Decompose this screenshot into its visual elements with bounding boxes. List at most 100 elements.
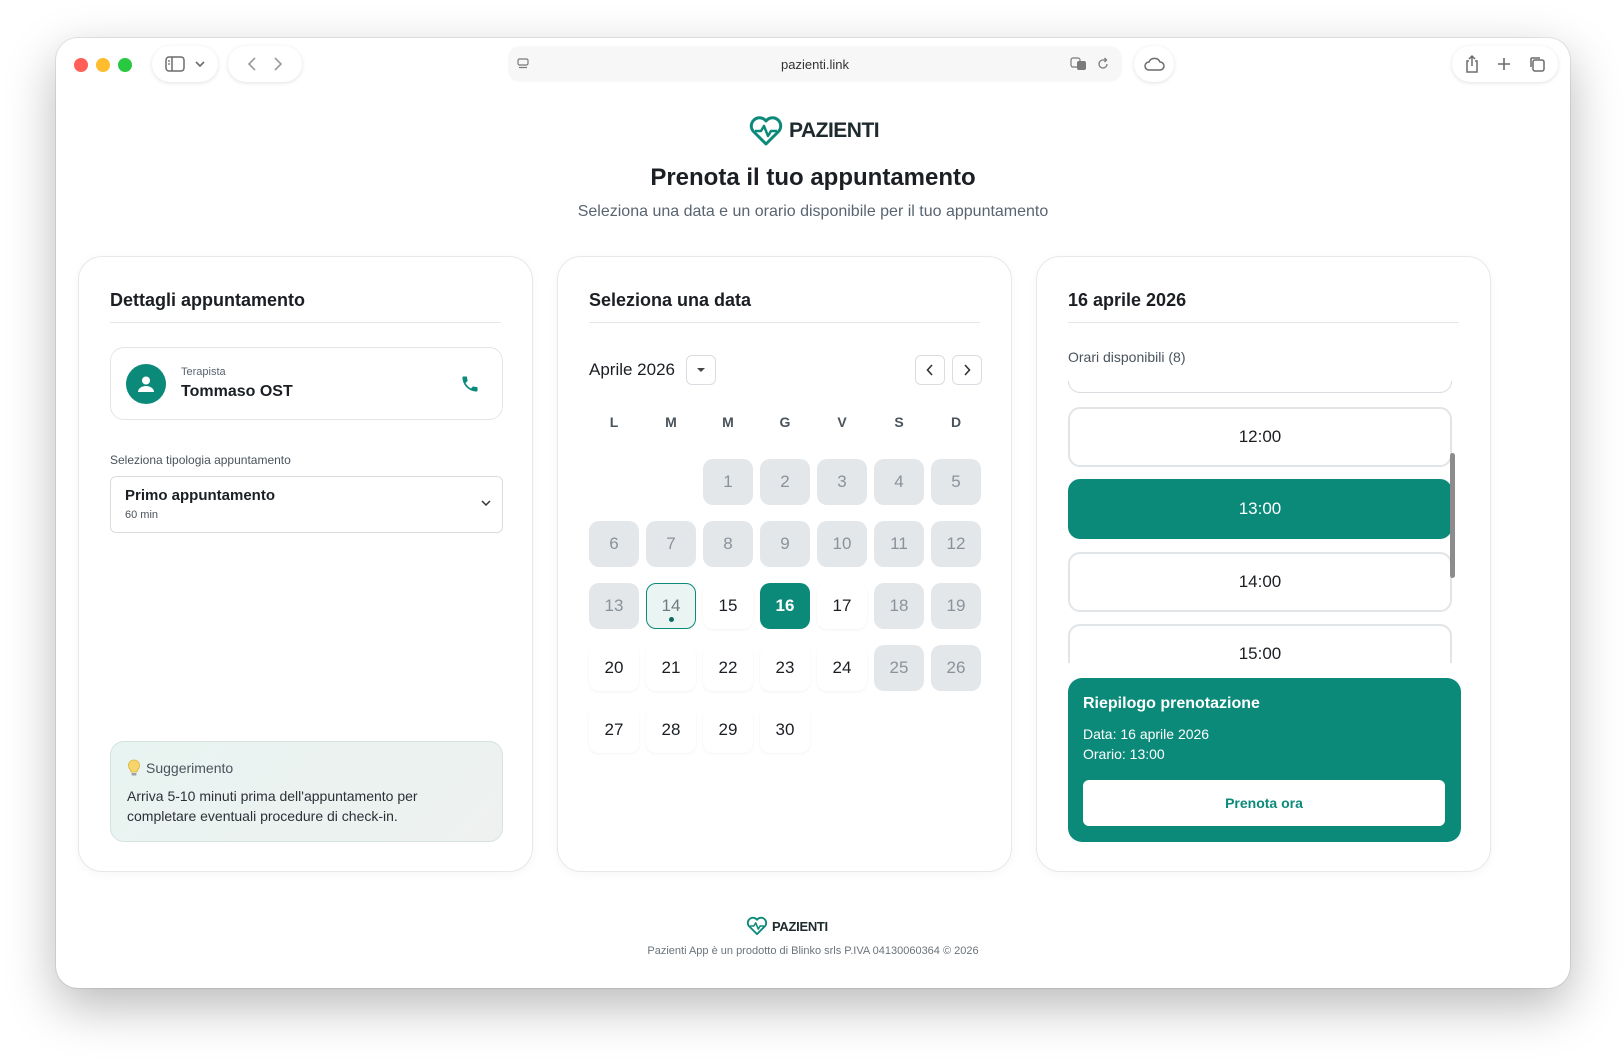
calendar-day[interactable]: 30 — [760, 707, 810, 753]
therapist-label: Terapista — [181, 366, 226, 378]
divider — [1068, 322, 1459, 323]
calendar-day[interactable]: 28 — [646, 707, 696, 753]
footer-logo[interactable]: PAZIENTI — [746, 916, 828, 936]
calendar-day[interactable]: 29 — [703, 707, 753, 753]
chevron-left-icon — [926, 364, 934, 376]
calendar-day[interactable]: 21 — [646, 645, 696, 691]
chevron-down-icon — [195, 60, 205, 68]
time-slot[interactable]: 15:00 — [1068, 624, 1452, 663]
sidebar-toggle-button[interactable] — [152, 46, 218, 82]
back-icon[interactable] — [247, 56, 257, 72]
footer-text: Pazienti App è un prodotto di Blinko srl… — [647, 945, 979, 957]
therapist-name: Tommaso OST — [181, 383, 293, 400]
calendar-day: 2 — [760, 459, 810, 505]
cloud-button[interactable] — [1134, 46, 1174, 82]
calendar-day: 18 — [874, 583, 924, 629]
new-tab-icon[interactable] — [1496, 56, 1512, 72]
calendar-day[interactable]: 24 — [817, 645, 867, 691]
calendar-day[interactable]: 22 — [703, 645, 753, 691]
calendar-day[interactable]: 16 — [760, 583, 810, 629]
calendar-day: 10 — [817, 521, 867, 567]
caret-down-icon — [696, 367, 706, 373]
page-title: Prenota il tuo appuntamento — [650, 164, 976, 191]
appointment-duration: 60 min — [125, 509, 159, 521]
tip-header: Suggerimento — [127, 759, 233, 777]
calendar-day[interactable]: 20 — [589, 645, 639, 691]
sidebar-icon — [165, 56, 185, 72]
tab-overview-icon[interactable] — [1528, 55, 1546, 73]
calendar-day: 13 — [589, 583, 639, 629]
selected-date-title: 16 aprile 2026 — [1068, 290, 1187, 310]
calendar-day: 19 — [931, 583, 981, 629]
address-bar[interactable]: pazienti.link — [508, 46, 1122, 82]
brand-logo[interactable]: PAZIENTI — [749, 114, 880, 148]
time-slot-list: 12:00 13:00 14:00 15:00 — [1068, 381, 1461, 663]
time-slot[interactable]: 13:00 — [1068, 479, 1452, 539]
divider — [589, 322, 980, 323]
calendar-day: 9 — [760, 521, 810, 567]
weekday-label: L — [609, 414, 619, 430]
forward-icon[interactable] — [273, 56, 283, 72]
calendar-day: 25 — [874, 645, 924, 691]
appointment-type-value: Primo appuntamento — [125, 487, 276, 504]
calendar-day[interactable]: 15 — [703, 583, 753, 629]
weekday-label: M — [722, 414, 734, 430]
browser-toolbar: pazienti.link — [56, 38, 1570, 94]
share-icon[interactable] — [1464, 54, 1480, 74]
next-month-button[interactable] — [952, 355, 982, 385]
calendar-day: 6 — [589, 521, 639, 567]
calendar-day[interactable]: 27 — [589, 707, 639, 753]
summary-title: Riepilogo prenotazione — [1083, 695, 1260, 712]
translate-icon[interactable] — [1070, 57, 1088, 71]
weekday-label: D — [950, 414, 962, 430]
calendar-day: 3 — [817, 459, 867, 505]
brand-name: PAZIENTI — [789, 119, 880, 142]
therapist-card: Terapista Tommaso OST — [110, 347, 503, 420]
time-slot-partial[interactable] — [1068, 381, 1452, 393]
calendar-day: 1 — [703, 459, 753, 505]
calendar-day[interactable]: 14 — [646, 583, 696, 629]
window-actions — [1452, 46, 1558, 82]
book-now-button[interactable]: Prenota ora — [1083, 780, 1445, 826]
calendar-day: 5 — [931, 459, 981, 505]
chevron-right-icon — [963, 364, 971, 376]
calendar-day: 4 — [874, 459, 924, 505]
browser-window: pazienti.link PAZIENTI Prenota il tuo ap… — [56, 38, 1570, 988]
close-window-button[interactable] — [74, 58, 88, 72]
zoom-window-button[interactable] — [118, 58, 132, 72]
time-slot[interactable]: 14:00 — [1068, 552, 1452, 612]
heart-pulse-icon — [749, 115, 783, 147]
appointment-type-select[interactable]: Primo appuntamento 60 min — [110, 476, 503, 533]
calendar-day: 12 — [931, 521, 981, 567]
previous-month-button[interactable] — [915, 355, 945, 385]
chevron-down-icon — [480, 497, 492, 509]
cloud-icon — [1143, 56, 1165, 72]
history-nav — [228, 46, 302, 82]
calendar-day[interactable]: 17 — [817, 583, 867, 629]
calendar-day: 7 — [646, 521, 696, 567]
slots-scrollbar[interactable] — [1450, 453, 1455, 578]
weekday-label: S — [894, 414, 904, 430]
available-slots-label: Orari disponibili (8) — [1068, 349, 1186, 365]
card-title: Dettagli appuntamento — [110, 290, 306, 310]
calendar-day[interactable]: 23 — [760, 645, 810, 691]
summary-date: Data: 16 aprile 2026 — [1083, 726, 1210, 742]
appointment-type-label: Seleziona tipologia appuntamento — [110, 453, 291, 467]
weekday-label: V — [837, 414, 847, 430]
booking-summary: Riepilogo prenotazione Data: 16 aprile 2… — [1068, 678, 1461, 842]
card-title: Seleziona una data — [589, 290, 752, 310]
user-icon — [138, 376, 154, 392]
calendar-day: 11 — [874, 521, 924, 567]
month-dropdown-button[interactable] — [686, 355, 716, 385]
tip-title: Suggerimento — [146, 760, 234, 776]
footer-brand-name: PAZIENTI — [772, 918, 828, 934]
divider — [110, 322, 501, 323]
weekday-label: M — [665, 414, 677, 430]
minimize-window-button[interactable] — [96, 58, 110, 72]
reload-icon[interactable] — [1096, 57, 1110, 71]
phone-icon[interactable] — [460, 374, 480, 394]
time-slot[interactable]: 12:00 — [1068, 407, 1452, 467]
tip-box: Suggerimento Arriva 5-10 minuti prima de… — [110, 741, 503, 842]
page-subtitle: Seleziona una data e un orario disponibi… — [577, 203, 1049, 220]
time-slots-card: 16 aprile 2026 Orari disponibili (8) 12:… — [1036, 256, 1491, 872]
